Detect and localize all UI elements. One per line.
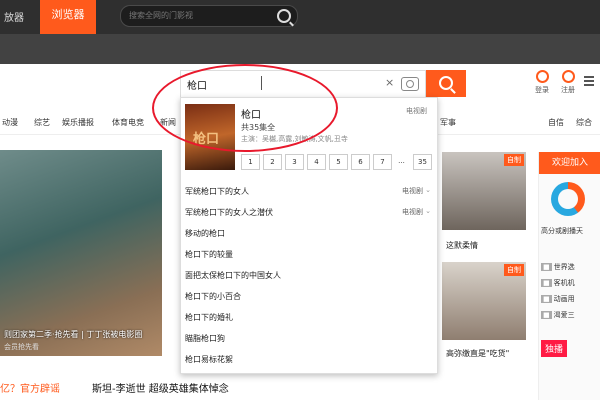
exclusive-badge[interactable]: 独播 xyxy=(541,340,568,357)
hero-caption: 则团家第二季·抢先看 | 丁丁张被电影圈 xyxy=(4,330,143,339)
nav-item-self[interactable]: 自信 xyxy=(548,117,564,128)
donut-chart xyxy=(551,182,585,216)
search-icon xyxy=(439,76,453,90)
thumbnail-caption[interactable]: 高弥缴直是"吃货" xyxy=(446,348,509,359)
annotation-circle xyxy=(152,64,338,152)
user-icon xyxy=(535,70,549,83)
nav-item-variety[interactable]: 综艺 xyxy=(34,117,50,128)
browser-tab[interactable]: 浏览器 xyxy=(40,0,96,34)
suggestion-item[interactable]: 枪口易标花絮 xyxy=(185,354,431,365)
suggestion-item[interactable]: 瞄脂枪口狗 xyxy=(185,333,431,344)
episode-button[interactable]: 7 xyxy=(373,154,392,170)
login-button[interactable]: 登录 xyxy=(530,70,554,95)
thumbnail-caption[interactable]: 这默柔情 xyxy=(446,240,478,251)
nav-item-ent[interactable]: 娱乐播报 xyxy=(62,117,94,128)
list-item[interactable]: ■ 世界选 xyxy=(541,262,575,272)
suggestion-item[interactable]: 枪口下的婚礼 xyxy=(185,312,431,323)
camera-icon[interactable] xyxy=(401,77,419,91)
episode-button[interactable]: 4 xyxy=(307,154,326,170)
original-badge: 自制 xyxy=(504,264,524,276)
list-item[interactable]: ■ 动画用 xyxy=(541,294,575,304)
video-thumbnail[interactable]: 自制 xyxy=(442,152,526,230)
featured-type: 电视剧 xyxy=(406,107,427,115)
donut-label: 高分或剧播天 xyxy=(541,227,583,235)
chevron-down-icon: ⌄ xyxy=(425,207,431,215)
hero-banner[interactable]: 则团家第二季·抢先看 | 丁丁张被电影圈 会员抢先看 xyxy=(0,150,162,356)
menu-icon[interactable] xyxy=(584,74,594,88)
original-badge: 自制 xyxy=(504,154,524,166)
top-bar: 放器 浏览器 搜索全网的门影视 xyxy=(0,0,600,34)
nav-item-general[interactable]: 综合 xyxy=(576,117,592,128)
search-button[interactable] xyxy=(426,70,466,97)
suggestion-item[interactable]: 军统枪口下的女人之潜伏 电视剧 ⌄ xyxy=(185,207,431,218)
register-button[interactable]: 注册 xyxy=(556,70,580,95)
user-icon xyxy=(561,70,575,83)
list-item[interactable]: ■ 渴爱三 xyxy=(541,310,575,320)
hero-subcaption: 会员抢先看 xyxy=(4,343,39,351)
episode-button[interactable]: 35 xyxy=(413,154,432,170)
top-search-placeholder: 搜索全网的门影视 xyxy=(129,11,193,20)
episode-ellipsis: ... xyxy=(398,157,405,165)
suggestion-item[interactable]: 枪口下的较量 xyxy=(185,249,431,260)
list-item[interactable]: ■ 客机机 xyxy=(541,278,575,288)
suggestion-item[interactable]: 面把太保枪口下的中国女人 xyxy=(185,270,431,281)
top-search-box[interactable]: 搜索全网的门影视 xyxy=(120,5,298,27)
welcome-banner[interactable]: 欢迎加入 xyxy=(539,152,600,174)
episode-button[interactable]: 5 xyxy=(329,154,348,170)
suggestion-item[interactable]: 军统枪口下的女人 电视剧 ⌄ xyxy=(185,186,431,197)
player-tab[interactable]: 放器 xyxy=(4,9,24,24)
nav-item-sports[interactable]: 体育电竞 xyxy=(112,117,144,128)
nav-item-military[interactable]: 军事 xyxy=(440,117,456,128)
video-thumbnail[interactable]: 自制 xyxy=(442,262,526,340)
right-panel: 欢迎加入 高分或剧播天 ■ 世界选 ■ 客机机 ■ 动画用 ■ 渴爱三 独播 xyxy=(538,152,600,400)
episode-button[interactable]: 3 xyxy=(285,154,304,170)
episode-button[interactable]: 6 xyxy=(351,154,370,170)
suggestion-item[interactable]: 枪口下的小百合 xyxy=(185,291,431,302)
nav-item-anime[interactable]: 动漫 xyxy=(2,117,18,128)
chevron-down-icon: ⌄ xyxy=(425,186,431,194)
clear-icon[interactable]: × xyxy=(385,76,394,89)
suggestion-item[interactable]: 移动的枪口 xyxy=(185,228,431,239)
episode-button[interactable]: 2 xyxy=(263,154,282,170)
headline-mid[interactable]: 斯坦-李逝世 超级英雄集体悼念 xyxy=(92,380,229,395)
search-icon[interactable] xyxy=(277,9,291,23)
headline-left[interactable]: 亿？官方辟谣 xyxy=(0,380,60,395)
dark-band xyxy=(0,34,600,64)
episode-button[interactable]: 1 xyxy=(241,154,260,170)
